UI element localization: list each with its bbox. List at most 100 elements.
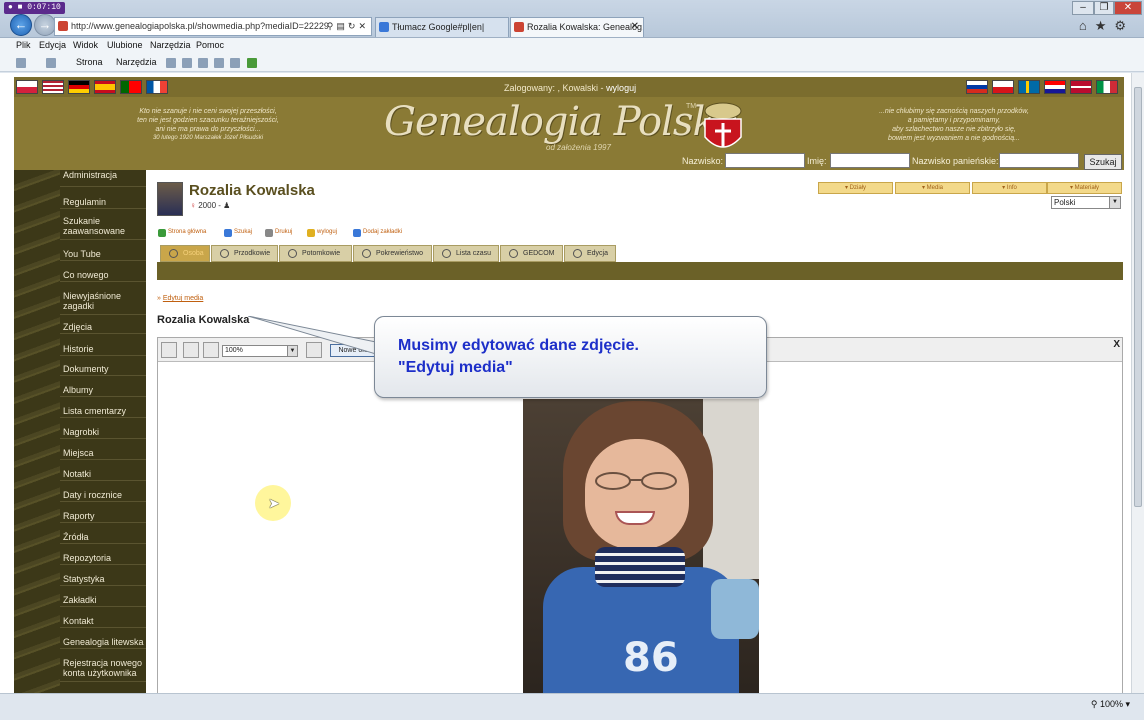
sidebar-item-litewska[interactable]: Genealogia litewska	[60, 637, 146, 649]
search-icon[interactable]: ⚲	[327, 21, 337, 31]
sidebar-item-raporty[interactable]: Raporty	[60, 511, 146, 523]
flag-ru-icon[interactable]	[966, 80, 988, 94]
sidebar-item-miejsca[interactable]: Miejsca	[60, 448, 146, 460]
favorites-icon[interactable]: ★	[1095, 18, 1115, 33]
page-icon[interactable]	[16, 58, 26, 68]
maximize-button[interactable]: ❐	[1094, 1, 1114, 15]
sidebar-item-rejestracja[interactable]: Rejestracja nowego konta użytkownika	[60, 658, 146, 682]
command-narzedzia[interactable]: Narzędzia	[116, 57, 157, 67]
tab-lista-czasu[interactable]: Lista czasu	[433, 245, 499, 262]
flag-se-icon[interactable]	[1018, 80, 1040, 94]
tab-close-icon[interactable]: ✕	[631, 18, 639, 36]
menu-plik[interactable]: Plik	[16, 40, 31, 50]
home-icon[interactable]: ⌂	[1079, 18, 1095, 33]
logout-link[interactable]: wyloguj	[606, 83, 636, 93]
flag-fr-icon[interactable]	[146, 80, 168, 94]
flag-de-icon[interactable]	[68, 80, 90, 94]
browser-zoom[interactable]: ⚲ 100% ▾	[1091, 699, 1130, 710]
media-button[interactable]: ▾ Media	[895, 182, 970, 194]
zoom-in-icon[interactable]	[183, 342, 199, 358]
sidebar-item-cmentarze[interactable]: Lista cmentarzy	[60, 406, 146, 418]
surname-input[interactable]	[725, 153, 805, 168]
sidebar-item-nagrobki[interactable]: Nagrobki	[60, 427, 146, 439]
sidebar-item-albumy[interactable]: Albumy	[60, 385, 146, 397]
menu-widok[interactable]: Widok	[73, 40, 98, 50]
person-thumbnail[interactable]	[157, 182, 183, 216]
tool-icon-5[interactable]	[230, 58, 240, 68]
sidebar-item-administracja[interactable]: Administracja	[60, 170, 146, 187]
sidebar-item-youtube[interactable]: You Tube	[60, 249, 146, 261]
bookmark-link[interactable]: Dodaj zakładki	[353, 229, 402, 237]
flag-cz-icon[interactable]	[992, 80, 1014, 94]
tool-icon-4[interactable]	[214, 58, 224, 68]
vertical-scrollbar[interactable]	[1131, 73, 1144, 693]
address-bar[interactable]: http://www.genealogiapolska.pl/showmedia…	[54, 17, 372, 36]
menu-ulubione[interactable]: Ulubione	[107, 40, 143, 50]
home-link[interactable]: Strona główna	[158, 229, 206, 237]
sidebar-item-regulamin[interactable]: Regulamin	[60, 197, 146, 209]
tool-icon-2[interactable]	[182, 58, 192, 68]
close-window-button[interactable]: ✕	[1114, 1, 1142, 15]
tab-gedcom[interactable]: GEDCOM	[500, 245, 563, 262]
menu-pomoc[interactable]: Pomoc	[196, 40, 224, 50]
sidebar-item-zagadki[interactable]: Niewyjaśnione zagadki	[60, 291, 146, 315]
tool-icon-6[interactable]	[247, 58, 257, 68]
sidebar-item-zakladki[interactable]: Zakładki	[60, 595, 146, 607]
sidebar-item-dokumenty[interactable]: Dokumenty	[60, 364, 146, 376]
stop-icon[interactable]: ✕	[358, 21, 369, 31]
logout-action-link[interactable]: wyloguj	[307, 229, 337, 237]
scrollbar-thumb[interactable]	[1134, 87, 1142, 507]
edit-media-link[interactable]: Edytuj media	[163, 295, 203, 302]
forward-button[interactable]: →	[34, 14, 56, 36]
refresh-icon[interactable]: ↻	[348, 21, 359, 31]
sidebar-item-co-nowego[interactable]: Co nowego	[60, 270, 146, 282]
flag-it-icon[interactable]	[1096, 80, 1118, 94]
sidebar-item-szukanie[interactable]: Szukanie zaawansowane	[60, 216, 146, 240]
minimize-button[interactable]: –	[1072, 1, 1094, 15]
zoom-out-icon[interactable]	[203, 342, 219, 358]
tab-pokrewienstwo-icon	[362, 249, 371, 258]
menu-edycja[interactable]: Edycja	[39, 40, 66, 50]
print-link[interactable]: Drukuj	[265, 229, 292, 237]
flag-pt-icon[interactable]	[120, 80, 142, 94]
flag-no-icon[interactable]	[1070, 80, 1092, 94]
info-button[interactable]: ▾ Info	[972, 182, 1047, 194]
command-strona[interactable]: Strona	[76, 57, 103, 67]
maiden-name-input[interactable]	[999, 153, 1079, 168]
language-select[interactable]: Polski ▼	[1051, 196, 1121, 209]
pointer-tool-icon[interactable]	[161, 342, 177, 358]
tool-icon-3[interactable]	[198, 58, 208, 68]
sidebar-item-repozytoria[interactable]: Repozytoria	[60, 553, 146, 565]
tab-current[interactable]: Rozalia Kowalska: Genealog... ✕	[510, 17, 644, 37]
sidebar-item-statystyka[interactable]: Statystyka	[60, 574, 146, 586]
tab-pokrewienstwo[interactable]: Pokrewieństwo	[353, 245, 432, 262]
menu-narzedzia[interactable]: Narzędzia	[150, 40, 191, 50]
search-button[interactable]: Szukaj	[1084, 154, 1122, 170]
viewer-close-button[interactable]: X	[1113, 339, 1120, 350]
firstname-input[interactable]	[830, 153, 910, 168]
tab-edycja[interactable]: Edycja	[564, 245, 616, 262]
compat-icon[interactable]: ▤	[336, 21, 348, 31]
sidebar-item-daty[interactable]: Daty i rocznice	[60, 490, 146, 502]
sidebar-item-kontakt[interactable]: Kontakt	[60, 616, 146, 628]
tab-potomkowie[interactable]: Potomkowie	[279, 245, 352, 262]
flag-es-icon[interactable]	[94, 80, 116, 94]
tab-osoba[interactable]: Osoba	[160, 245, 210, 262]
flag-pl-icon[interactable]	[16, 80, 38, 94]
search-link[interactable]: Szukaj	[224, 229, 252, 237]
tab-translate[interactable]: Tłumacz Google#pl|en|	[375, 17, 509, 37]
flag-hr-icon[interactable]	[1044, 80, 1066, 94]
dzialy-button[interactable]: ▾ Działy	[818, 182, 893, 194]
sidebar-item-zdjecia[interactable]: Zdjęcia	[60, 322, 146, 334]
sidebar-item-zrodla[interactable]: Źródła	[60, 532, 146, 544]
address-tools[interactable]: ⚲▤↻✕	[327, 18, 369, 35]
materialy-button[interactable]: ▾ Materiały	[1047, 182, 1122, 194]
tab-przodkowie[interactable]: Przodkowie	[211, 245, 278, 262]
tool-icon-1[interactable]	[166, 58, 176, 68]
print-icon[interactable]	[46, 58, 56, 68]
sidebar-item-notatki[interactable]: Notatki	[60, 469, 146, 481]
back-button[interactable]: ←	[10, 14, 32, 36]
gear-icon[interactable]: ⚙	[1114, 18, 1134, 33]
flag-us-icon[interactable]	[42, 80, 64, 94]
sidebar-item-historie[interactable]: Historie	[60, 344, 146, 356]
